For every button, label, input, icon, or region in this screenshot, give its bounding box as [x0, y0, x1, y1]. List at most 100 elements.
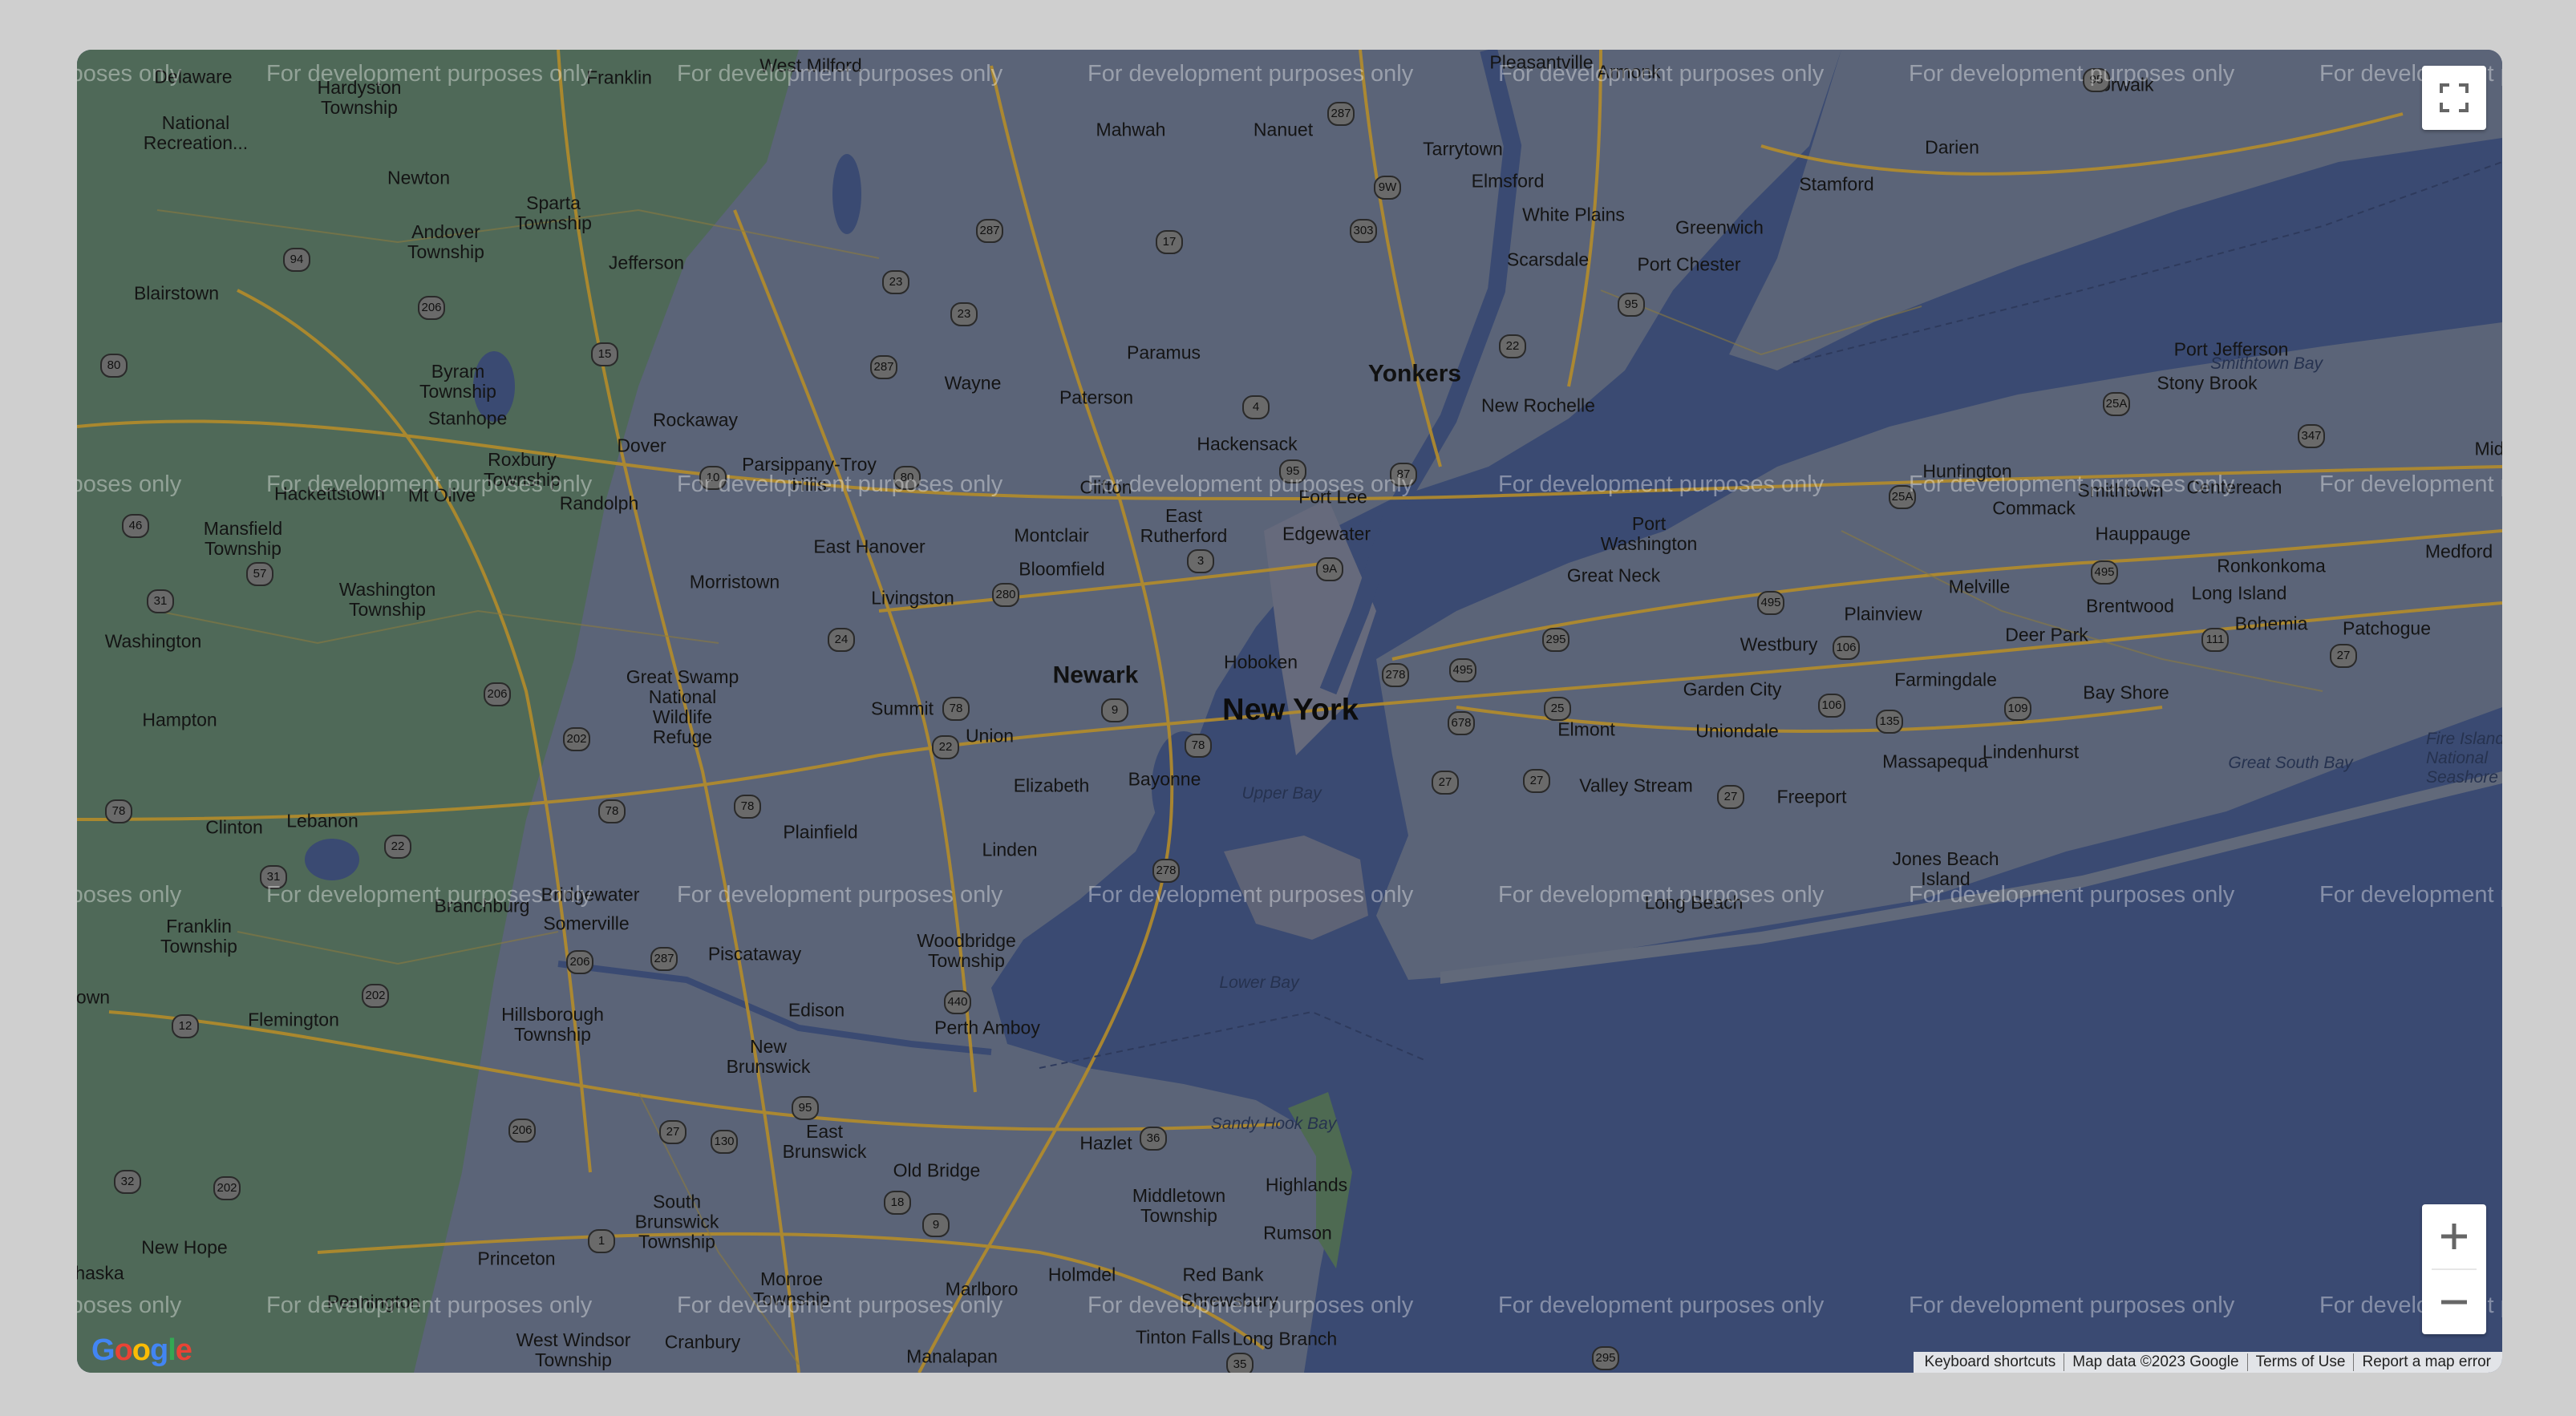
- route-shield: 78: [105, 799, 132, 823]
- place-label: East Hanover: [813, 536, 925, 557]
- route-shield: 87: [1390, 463, 1417, 487]
- plus-icon: [2441, 1224, 2467, 1249]
- route-shield: 12: [172, 1014, 199, 1038]
- zoom-controls: [2422, 1204, 2486, 1334]
- place-label: Mahwah: [1096, 119, 1166, 140]
- logo-letter: G: [91, 1333, 115, 1367]
- route-shield: 27: [1717, 785, 1744, 809]
- place-label: Marlboro: [945, 1278, 1019, 1300]
- route-shield: 295: [1592, 1346, 1619, 1370]
- route-shield: 78: [734, 795, 761, 819]
- place-label: Linden: [982, 839, 1038, 860]
- place-label: Red Bank: [1182, 1264, 1264, 1285]
- place-label: Scarsdale: [1506, 249, 1590, 270]
- minus-icon: [2441, 1300, 2467, 1305]
- route-shield: 202: [563, 727, 590, 751]
- google-logo[interactable]: Google: [91, 1333, 192, 1368]
- route-shield: 287: [976, 219, 1003, 243]
- route-shield: 78: [942, 697, 970, 721]
- water-label: Fire Island National Seashore: [2425, 730, 2502, 787]
- land-connecticut: [1729, 50, 2502, 370]
- route-shield: 202: [213, 1176, 241, 1200]
- place-label: Roxbury Township: [484, 449, 561, 490]
- route-shield: 80: [100, 354, 128, 378]
- place-label: Farmingdale: [1894, 669, 1997, 690]
- route-shield: 9: [922, 1213, 950, 1237]
- route-shield: 23: [882, 270, 909, 294]
- route-shield: 135: [1876, 710, 1903, 734]
- state-boundary-bay: [1039, 1010, 1425, 1069]
- keyboard-shortcuts-link[interactable]: Keyboard shortcuts: [1917, 1353, 2064, 1371]
- place-label: Smithtown: [2077, 479, 2164, 501]
- place-label: Hampton: [142, 709, 217, 730]
- route-shield: 27: [1432, 771, 1459, 795]
- place-label: Hillsborough Township: [501, 1004, 604, 1045]
- place-label: Andover Township: [407, 221, 484, 262]
- route-shield: 440: [944, 990, 971, 1014]
- logo-letter: o: [114, 1333, 133, 1367]
- place-label: Union: [965, 725, 1015, 746]
- place-label: Middletown Township: [1132, 1185, 1226, 1226]
- place-label: Parsippany-Troy Hills: [742, 454, 877, 495]
- terms-of-use-link[interactable]: Terms of Use: [2246, 1353, 2354, 1371]
- place-label: Huntington: [1922, 460, 2012, 482]
- route-shield: 202: [362, 984, 389, 1008]
- place-label: Wayne: [944, 372, 1002, 394]
- place-label: Pleasantville: [1489, 51, 1594, 73]
- place-label: Hackettstown: [273, 483, 386, 504]
- map-canvas[interactable]: West Milford Franklin Delaware Hardyston Tow…: [77, 50, 2502, 1373]
- fullscreen-button[interactable]: [2422, 66, 2486, 130]
- place-label: own: [77, 986, 111, 1008]
- place-label: Dover: [617, 435, 666, 456]
- route-shield: 25A: [1889, 485, 1916, 509]
- place-label: West Milford: [759, 55, 862, 76]
- place-label: Medford: [2424, 540, 2493, 562]
- route-shield: 287: [870, 355, 897, 379]
- route-shield: 495: [1449, 658, 1476, 682]
- place-label: Elmont: [1557, 718, 1615, 740]
- place-label: Rockaway: [652, 409, 739, 431]
- place-label: Edgewater: [1282, 523, 1371, 544]
- place-label: Bay Shore: [2083, 682, 2169, 703]
- route-shield: 106: [1818, 694, 1845, 718]
- route-shield: 206: [418, 296, 445, 320]
- place-label: Hackensack: [1197, 433, 1298, 455]
- place-label: Summit: [871, 698, 934, 719]
- water-label: Upper Bay: [1241, 784, 1322, 803]
- place-label: Stanhope: [427, 407, 508, 429]
- zoom-in-button[interactable]: [2422, 1204, 2486, 1268]
- report-map-error-link[interactable]: Report a map error: [2353, 1353, 2499, 1371]
- route-shield: 9W: [1374, 176, 1401, 200]
- place-label: Franklin Township: [160, 916, 237, 957]
- route-shield: 22: [384, 835, 411, 859]
- place-label: Hauppauge: [2095, 523, 2191, 544]
- route-shield: 95: [1279, 459, 1306, 483]
- place-label: Sparta Township: [515, 192, 592, 233]
- route-shield: 278: [1382, 663, 1409, 687]
- place-label: Mt Olive: [407, 484, 476, 506]
- zoom-out-button[interactable]: [2422, 1270, 2486, 1334]
- place-label: Somerville: [543, 912, 630, 934]
- place-label: Port Chester: [1637, 253, 1741, 275]
- place-label: Delaware: [154, 66, 233, 87]
- route-shield: 80: [893, 466, 921, 490]
- place-label: Westbury: [1740, 633, 1818, 655]
- place-label: Highlands: [1265, 1174, 1348, 1196]
- route-shield: 78: [598, 799, 626, 823]
- route-shield: 9: [1101, 698, 1128, 722]
- logo-letter: g: [150, 1333, 168, 1367]
- place-label: Darien: [1925, 136, 1979, 158]
- route-shield: 3: [1187, 549, 1214, 573]
- place-label: Pennington: [326, 1291, 421, 1313]
- place-label: Greenwich: [1675, 216, 1764, 238]
- place-label: Bohemia: [2234, 613, 2308, 634]
- place-label: Nanuet: [1253, 119, 1314, 140]
- place-label: Holmdel: [1047, 1264, 1116, 1285]
- place-label: Bridgewater: [541, 884, 640, 905]
- place-label: Hazlet: [1079, 1132, 1132, 1154]
- water-label: Sandy Hook Bay: [1210, 1115, 1337, 1133]
- round-valley-reservoir: [305, 839, 359, 880]
- route-shield: 32: [114, 1170, 141, 1194]
- place-label: Centereach: [2186, 476, 2282, 498]
- place-label: haska: [77, 1262, 124, 1284]
